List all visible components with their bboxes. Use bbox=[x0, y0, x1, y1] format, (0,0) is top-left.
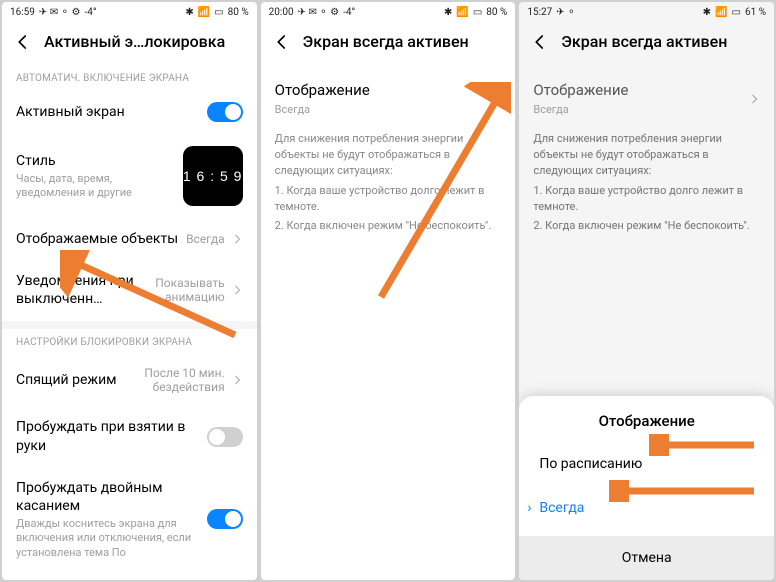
sheet-option-schedule[interactable]: По расписанию bbox=[519, 442, 774, 486]
info-line1: 1. Когда ваше устройство долго лежит в т… bbox=[261, 183, 516, 219]
status-icons: ✈ ✉ ⚬ ⚙ bbox=[298, 7, 340, 18]
screen-active-lock: 16:59 ✈ ✉ ⚬ ⚙ -4° ✱ 📶 ▭ 80 % Активный э…… bbox=[2, 2, 257, 580]
status-temp: -4° bbox=[84, 7, 96, 18]
bluetooth-icon: ✱ bbox=[703, 7, 711, 18]
row-value: Показывать анимацию bbox=[145, 276, 225, 305]
row-label: Пробуждать при взятии в руки bbox=[16, 418, 207, 454]
back-icon[interactable] bbox=[14, 33, 32, 51]
toggle-wake-pickup[interactable] bbox=[207, 427, 243, 447]
info-intro: Для снижения потребления энергии объекты… bbox=[261, 121, 516, 183]
status-temp: -4° bbox=[343, 7, 355, 18]
toggle-wake-double[interactable] bbox=[207, 509, 243, 529]
page-header: Экран всегда активен bbox=[261, 22, 516, 65]
bluetooth-icon: ✱ bbox=[444, 7, 452, 18]
toggle-active-screen[interactable] bbox=[207, 102, 243, 122]
info-intro: Для снижения потребления энергии объекты… bbox=[519, 121, 774, 183]
row-label: Уведомления при выключенн… bbox=[16, 272, 145, 308]
bottom-sheet-display: Отображение По расписанию Всегда Отмена bbox=[519, 396, 774, 580]
battery-percent: 80 % bbox=[228, 7, 249, 18]
row-notifications-off[interactable]: Уведомления при выключенн… Показывать ан… bbox=[2, 260, 257, 320]
page-header: Активный э…локировка bbox=[2, 22, 257, 65]
row-label: Стиль bbox=[16, 152, 183, 170]
battery-icon: ▭ bbox=[473, 7, 482, 18]
row-sleep-mode[interactable]: Спящий режим После 10 мин. бездействия bbox=[2, 354, 257, 407]
section-lock-settings: НАСТРОЙКИ БЛОКИРОВКИ ЭКРАНА bbox=[2, 329, 257, 354]
battery-percent: 61 % bbox=[745, 7, 766, 18]
statusbar: 15:27 ✈ ⚬ ✱ 📶 ▭ 61 % bbox=[519, 2, 774, 22]
row-value: Всегда bbox=[186, 232, 225, 246]
clock-preview: 1 6 : 5 9 bbox=[183, 146, 243, 206]
chevron-right-icon bbox=[748, 93, 760, 105]
status-time: 20:00 bbox=[269, 7, 294, 18]
sheet-option-always[interactable]: Всегда bbox=[519, 486, 774, 530]
chevron-right-icon bbox=[231, 233, 243, 245]
row-label: Спящий режим bbox=[16, 371, 135, 389]
row-wake-on-pickup[interactable]: Пробуждать при взятии в руки bbox=[2, 406, 257, 466]
signal-icon: 📶 bbox=[456, 7, 468, 18]
bluetooth-icon: ✱ bbox=[185, 7, 193, 18]
row-label: Отображение bbox=[275, 81, 490, 101]
row-label: Отображаемые объекты bbox=[16, 230, 186, 248]
row-sub: Дважды коснитесь экрана для включения ил… bbox=[16, 517, 207, 560]
row-label: Активный экран bbox=[16, 103, 207, 121]
chevron-right-icon bbox=[231, 284, 243, 296]
info-line2: 2. Когда включен режим "Не беспокоить". bbox=[261, 218, 516, 238]
page-title: Экран всегда активен bbox=[561, 32, 727, 51]
statusbar: 20:00 ✈ ✉ ⚬ ⚙ -4° ✱ 📶 ▭ 80 % bbox=[261, 2, 516, 22]
status-time: 16:59 bbox=[10, 7, 35, 18]
chevron-right-icon bbox=[489, 93, 501, 105]
row-displayed-objects[interactable]: Отображаемые объекты Всегда bbox=[2, 218, 257, 260]
info-line1: 1. Когда ваше устройство долго лежит в т… bbox=[519, 183, 774, 219]
back-icon[interactable] bbox=[531, 33, 549, 51]
row-value: После 10 мин. бездействия bbox=[135, 366, 225, 395]
page-title: Экран всегда активен bbox=[303, 32, 469, 51]
sheet-title: Отображение bbox=[519, 396, 774, 442]
info-line2: 2. Когда включен режим "Не беспокоить". bbox=[519, 218, 774, 238]
status-time: 15:27 bbox=[527, 7, 552, 18]
row-value: Всегда bbox=[275, 103, 490, 117]
status-icons: ✈ ⚬ bbox=[556, 7, 575, 18]
statusbar: 16:59 ✈ ✉ ⚬ ⚙ -4° ✱ 📶 ▭ 80 % bbox=[2, 2, 257, 22]
row-active-screen[interactable]: Активный экран bbox=[2, 90, 257, 134]
row-display-mode[interactable]: Отображение Всегда bbox=[519, 65, 774, 121]
row-sub: Часы, дата, время, уведомления и другие bbox=[16, 172, 183, 201]
back-icon[interactable] bbox=[273, 33, 291, 51]
row-value: Всегда bbox=[533, 103, 748, 117]
signal-icon: 📶 bbox=[715, 7, 727, 18]
screen-always-on-1: 20:00 ✈ ✉ ⚬ ⚙ -4° ✱ 📶 ▭ 80 % Экран всегд… bbox=[261, 2, 516, 580]
section-gap bbox=[2, 321, 257, 329]
section-auto-screen: АВТОМАТИЧ. ВКЛЮЧЕНИЕ ЭКРАНА bbox=[2, 65, 257, 90]
battery-icon: ▭ bbox=[214, 7, 223, 18]
row-wake-double-tap[interactable]: Пробуждать двойным касанием Дважды косни… bbox=[2, 467, 257, 564]
screen-always-on-2: 15:27 ✈ ⚬ ✱ 📶 ▭ 61 % Экран всегда активе… bbox=[519, 2, 774, 580]
row-label: Отображение bbox=[533, 81, 748, 101]
row-display-mode[interactable]: Отображение Всегда bbox=[261, 65, 516, 121]
page-header: Экран всегда активен bbox=[519, 22, 774, 65]
sheet-cancel[interactable]: Отмена bbox=[519, 536, 774, 580]
row-label: Пробуждать двойным касанием bbox=[16, 479, 207, 515]
signal-icon: 📶 bbox=[198, 7, 210, 18]
status-icons: ✈ ✉ ⚬ ⚙ bbox=[39, 7, 81, 18]
row-style[interactable]: Стиль Часы, дата, время, уведомления и д… bbox=[2, 134, 257, 218]
chevron-right-icon bbox=[231, 374, 243, 386]
battery-icon: ▭ bbox=[732, 7, 741, 18]
page-title: Активный э…локировка bbox=[44, 32, 225, 51]
battery-percent: 80 % bbox=[486, 7, 507, 18]
